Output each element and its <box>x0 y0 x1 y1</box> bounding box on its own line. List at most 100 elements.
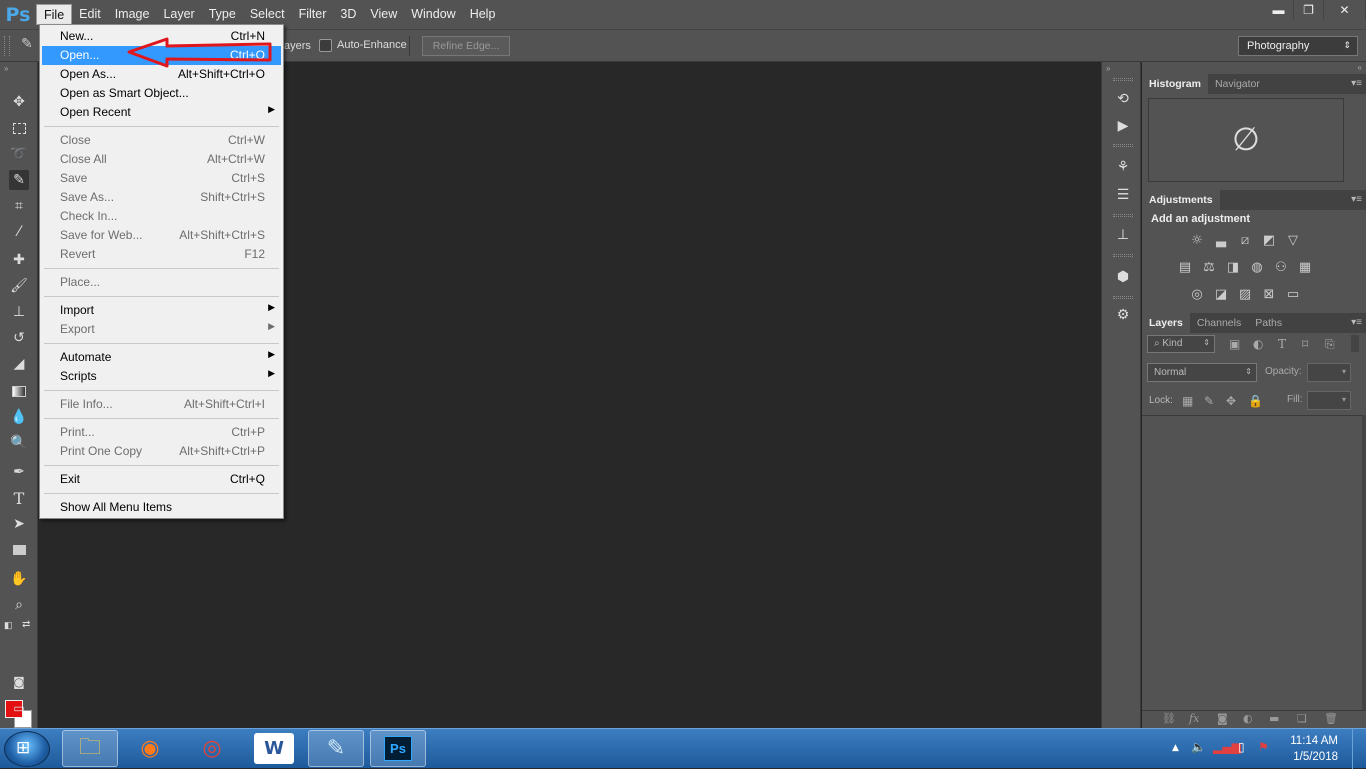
dodge-tool-icon[interactable]: 🔍 <box>9 433 29 453</box>
healing-brush-tool-icon[interactable]: ✚ <box>9 250 29 270</box>
blend-mode-select[interactable]: Normal ⇕ <box>1147 363 1257 382</box>
pixel-layer-filter-icon[interactable]: ▣ <box>1229 337 1240 351</box>
menu-file[interactable]: File <box>36 4 73 25</box>
action-center-icon[interactable]: ⚑ <box>1258 740 1269 754</box>
menu-window[interactable]: Window <box>404 4 462 25</box>
brightness-contrast-icon[interactable]: ☼ <box>1188 233 1206 248</box>
new-layer-icon[interactable]: ❏ <box>1297 712 1307 725</box>
panel-menu-icon[interactable]: ▾≡ <box>1351 194 1362 205</box>
tab-adjustments[interactable]: Adjustments <box>1142 190 1220 210</box>
chrome-icon[interactable]: ◎ <box>184 730 240 767</box>
type-tool-icon[interactable]: T <box>9 488 29 508</box>
channel-mixer-icon[interactable]: ⚇ <box>1272 260 1290 275</box>
dock-grip[interactable] <box>1113 254 1133 257</box>
threshold-icon[interactable]: ▨ <box>1236 287 1254 302</box>
menu-view[interactable]: View <box>363 4 404 25</box>
menu-type[interactable]: Type <box>202 4 243 25</box>
workspace-select[interactable]: Photography ⇕ <box>1238 36 1358 56</box>
menu-item-automate[interactable]: Automate ▶ <box>42 348 281 367</box>
history-brush-tool-icon[interactable]: ↺ <box>9 328 29 348</box>
minimize-button[interactable]: ▬ <box>1264 0 1294 20</box>
path-selection-tool-icon[interactable]: ➤ <box>9 514 29 534</box>
new-adjustment-layer-icon[interactable]: ◐ <box>1243 712 1253 725</box>
menu-item-save-for-web[interactable]: Save for Web... Alt+Shift+Ctrl+S <box>42 226 281 245</box>
color-balance-icon[interactable]: ⚖ <box>1200 260 1218 275</box>
menu-item-scripts[interactable]: Scripts ▶ <box>42 367 281 386</box>
menu-item-import[interactable]: Import ▶ <box>42 301 281 320</box>
opacity-input[interactable]: ▾ <box>1307 363 1351 382</box>
shape-layer-filter-icon[interactable]: ⌑ <box>1302 337 1308 351</box>
rectangle-tool-icon[interactable] <box>9 540 29 560</box>
pen-tool-icon[interactable]: ✒ <box>9 462 29 482</box>
dock-grip[interactable] <box>1113 78 1133 81</box>
clone-stamp-tool-icon[interactable]: ⊥ <box>9 302 29 322</box>
show-desktop-button[interactable] <box>1352 729 1366 769</box>
eraser-tool-icon[interactable]: ◢ <box>9 354 29 374</box>
menu-item-print-one-copy[interactable]: Print One Copy Alt+Shift+Ctrl+P <box>42 442 281 461</box>
menu-item-close[interactable]: Close Ctrl+W <box>42 131 281 150</box>
menu-item-save-as[interactable]: Save As... Shift+Ctrl+S <box>42 188 281 207</box>
menu-3d[interactable]: 3D <box>333 4 363 25</box>
clock-date[interactable]: 1/5/2018 <box>1293 751 1338 763</box>
menu-item-close-all[interactable]: Close All Alt+Ctrl+W <box>42 150 281 169</box>
new-group-icon[interactable]: ▬ <box>1269 712 1279 725</box>
lock-transparent-icon[interactable]: ▦ <box>1182 394 1193 408</box>
show-hidden-icons-icon[interactable]: ▲ <box>1172 743 1179 753</box>
delete-layer-icon[interactable]: 🗑 <box>1324 712 1338 725</box>
selective-color-icon[interactable]: ⊠ <box>1260 287 1278 302</box>
menu-item-place[interactable]: Place... <box>42 273 281 292</box>
filter-toggle[interactable] <box>1351 335 1359 352</box>
hand-tool-icon[interactable]: ✋ <box>9 569 29 589</box>
menu-select[interactable]: Select <box>243 4 292 25</box>
menu-filter[interactable]: Filter <box>292 4 334 25</box>
tool-presets-icon[interactable]: ☰ <box>1114 186 1132 204</box>
dock-grip[interactable] <box>1113 296 1133 299</box>
hue-saturation-icon[interactable]: ▤ <box>1176 260 1194 275</box>
menu-help[interactable]: Help <box>463 4 503 25</box>
lock-image-icon[interactable]: ✎ <box>1204 394 1214 408</box>
photoshop-taskbar-button[interactable]: Ps <box>370 730 426 767</box>
auto-enhance-checkbox[interactable] <box>319 39 332 52</box>
file-explorer-icon[interactable]: 🗀 <box>62 730 118 767</box>
type-layer-filter-icon[interactable]: T <box>1278 337 1286 351</box>
zoom-tool-icon[interactable]: ⌕ <box>9 595 29 615</box>
dock-grip[interactable] <box>1113 144 1133 147</box>
properties-panel-icon[interactable]: ⚙ <box>1114 306 1132 324</box>
brush-presets-icon[interactable]: ⚘ <box>1114 158 1132 176</box>
posterize-icon[interactable]: ◪ <box>1212 287 1230 302</box>
history-panel-icon[interactable]: ⟲ <box>1114 90 1132 108</box>
tab-navigator[interactable]: Navigator <box>1208 74 1267 94</box>
collapse-panels-icon[interactable]: « <box>1358 63 1362 72</box>
curves-icon[interactable]: ⧄ <box>1236 233 1254 248</box>
menu-item-open-as-smart-object[interactable]: Open as Smart Object... <box>42 84 281 103</box>
3d-panel-icon[interactable]: ⬢ <box>1114 268 1132 286</box>
menu-item-open-recent[interactable]: Open Recent ▶ <box>42 103 281 122</box>
lasso-tool-icon[interactable]: ➰ <box>9 144 29 164</box>
menu-edit[interactable]: Edit <box>72 4 108 25</box>
layers-scrollbar[interactable] <box>1362 415 1366 712</box>
menu-image[interactable]: Image <box>108 4 157 25</box>
smart-object-filter-icon[interactable]: ⎘ <box>1325 337 1335 352</box>
fill-input[interactable]: ▾ <box>1307 391 1351 410</box>
layer-mask-icon[interactable]: ◙ <box>1217 712 1228 725</box>
screen-mode-icon[interactable]: ▭ <box>9 698 29 718</box>
eyedropper-tool-icon[interactable]: ⁄ <box>9 222 29 242</box>
refine-edge-button[interactable]: Refine Edge... <box>422 36 510 56</box>
crop-tool-icon[interactable]: ⌗ <box>9 196 29 216</box>
options-grip[interactable] <box>4 36 10 56</box>
link-layers-icon[interactable]: ⛓ <box>1162 712 1176 725</box>
collapse-dock-icon[interactable]: » <box>1106 64 1110 73</box>
exposure-icon[interactable]: ◩ <box>1260 233 1278 248</box>
move-tool-icon[interactable]: ✥ <box>9 92 29 112</box>
menu-item-show-all-menu-items[interactable]: Show All Menu Items <box>42 498 281 517</box>
firefox-icon[interactable]: ◉ <box>122 730 178 767</box>
marquee-tool-icon[interactable] <box>9 118 29 138</box>
battery-icon[interactable]: ▯ <box>1238 740 1245 754</box>
word-icon[interactable]: W <box>254 733 294 764</box>
menu-item-save[interactable]: Save Ctrl+S <box>42 169 281 188</box>
layer-filter-select[interactable]: ⌕ Kind ⇕ <box>1147 335 1215 353</box>
invert-icon[interactable]: ◎ <box>1188 287 1206 302</box>
menu-item-exit[interactable]: Exit Ctrl+Q <box>42 470 281 489</box>
brush-tool-icon[interactable]: 🖌 <box>9 276 29 296</box>
clock-time[interactable]: 11:14 AM <box>1290 735 1338 747</box>
